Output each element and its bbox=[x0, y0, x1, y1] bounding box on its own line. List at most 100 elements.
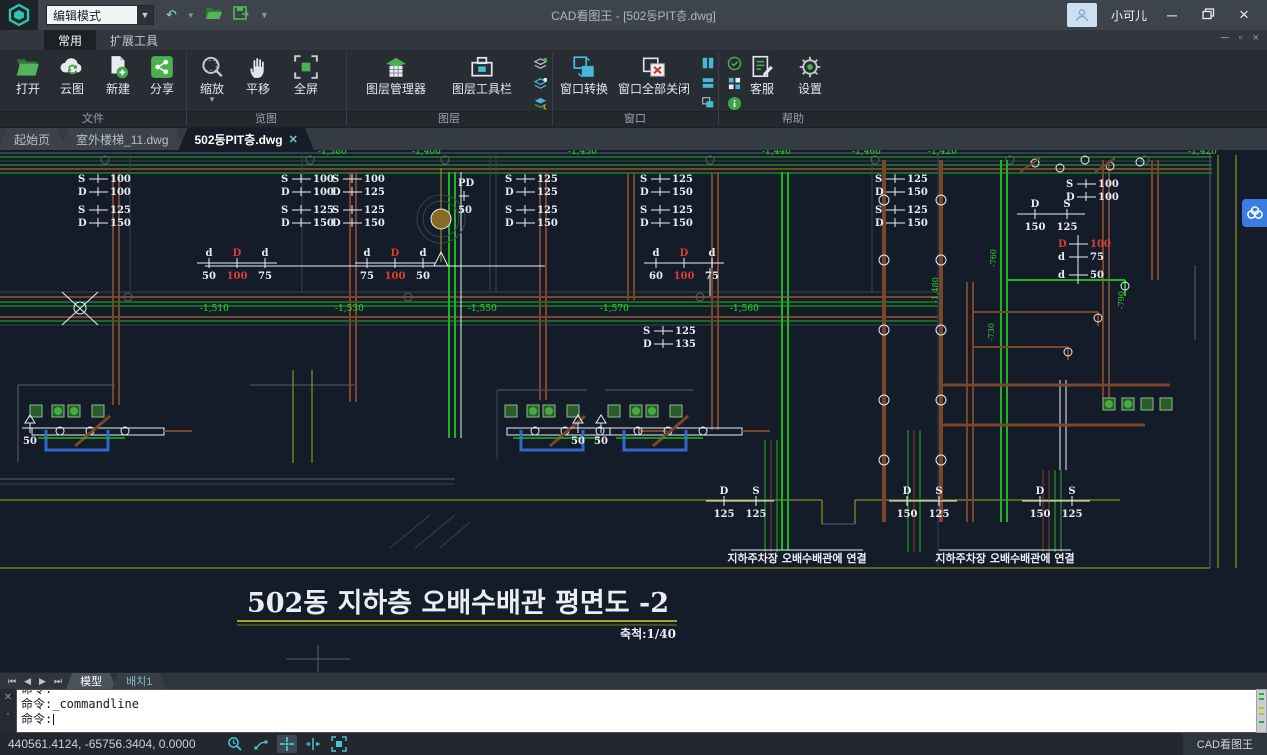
command-handle-icon[interactable]: ◦ bbox=[6, 709, 10, 720]
ribbon-button-settings[interactable]: 设置 bbox=[764, 52, 856, 96]
ribbon-group-label: 帮助 bbox=[718, 112, 868, 126]
svg-text:125: 125 bbox=[672, 174, 693, 185]
customize-toolbar-icon[interactable]: ▼ bbox=[260, 10, 269, 20]
document-tab[interactable]: 502동PIT층.dwg✕ bbox=[179, 128, 314, 150]
drawing-canvas[interactable]: -1,380-1,400-1,450-1,440-1,460-1,420-1,4… bbox=[0, 150, 1267, 672]
svg-text:125: 125 bbox=[364, 187, 385, 198]
ribbon-tab-extended[interactable]: 扩展工具 bbox=[96, 30, 172, 50]
svg-text:d: d bbox=[364, 248, 371, 259]
check-update-icon[interactable] bbox=[726, 55, 742, 71]
svg-text:S: S bbox=[1068, 486, 1075, 497]
svg-text:S: S bbox=[875, 205, 882, 216]
svg-text:50: 50 bbox=[23, 436, 37, 447]
svg-text:150: 150 bbox=[1030, 509, 1051, 520]
cloud-sync-float-button[interactable] bbox=[1242, 199, 1267, 227]
ribbon-group-label: 览图 bbox=[186, 112, 346, 126]
command-history[interactable]: 命令: 命令:_commandline 命令: bbox=[16, 689, 1256, 733]
tile-vertical-icon[interactable] bbox=[700, 55, 716, 71]
user-avatar[interactable] bbox=[1067, 3, 1097, 27]
next-layout-icon[interactable]: ▶ bbox=[39, 676, 46, 687]
zoom-extents-icon[interactable] bbox=[329, 735, 349, 753]
undo-icon[interactable]: ↶ bbox=[166, 7, 177, 23]
svg-text:D: D bbox=[875, 187, 884, 198]
doc-close-icon[interactable]: × bbox=[1253, 32, 1259, 44]
layer-color-icon[interactable] bbox=[532, 95, 548, 111]
svg-text:75: 75 bbox=[258, 271, 272, 282]
svg-text:지하주차장 오배수배관에 연결: 지하주차장 오배수배관에 연결 bbox=[935, 551, 1074, 565]
svg-text:125: 125 bbox=[675, 326, 696, 337]
text-cursor bbox=[53, 714, 54, 725]
first-layout-icon[interactable]: ⏮ bbox=[8, 676, 16, 687]
tab-model[interactable]: 模型 bbox=[66, 673, 116, 689]
svg-text:d: d bbox=[653, 248, 660, 259]
close-button[interactable]: × bbox=[1233, 0, 1255, 30]
svg-text:150: 150 bbox=[364, 218, 385, 229]
ribbon-tab-common[interactable]: 常用 bbox=[44, 30, 96, 50]
save-icon[interactable] bbox=[233, 6, 250, 24]
svg-text:125: 125 bbox=[537, 174, 558, 185]
wincloseall-icon bbox=[608, 52, 700, 82]
about-info-icon[interactable] bbox=[726, 95, 742, 111]
close-command-icon[interactable]: ✕ bbox=[4, 692, 12, 703]
svg-text:125: 125 bbox=[907, 174, 928, 185]
username[interactable]: 小可儿 bbox=[1111, 7, 1147, 24]
restore-button[interactable] bbox=[1197, 0, 1219, 30]
svg-text:150: 150 bbox=[672, 187, 693, 198]
tab-layout1[interactable]: 배치1 bbox=[112, 673, 166, 689]
ribbon-button-wincloseall[interactable]: 窗口全部关闭 bbox=[608, 52, 700, 96]
svg-text:D: D bbox=[332, 187, 341, 198]
ribbon-button-layerbar[interactable]: 图层工具栏 bbox=[436, 52, 528, 96]
doc-minimize-icon[interactable]: ─ bbox=[1221, 32, 1229, 44]
svg-text:D: D bbox=[505, 218, 514, 229]
svg-text:125: 125 bbox=[1062, 509, 1083, 520]
undo-expand-icon[interactable]: ▼ bbox=[187, 11, 195, 20]
svg-text:100: 100 bbox=[674, 271, 695, 282]
crosshair-toggle-icon[interactable] bbox=[277, 735, 297, 753]
svg-text:50: 50 bbox=[571, 436, 585, 447]
svg-text:D: D bbox=[78, 187, 87, 198]
svg-text:150: 150 bbox=[1025, 222, 1046, 233]
svg-text:125: 125 bbox=[313, 205, 334, 216]
svg-text:50: 50 bbox=[458, 205, 472, 216]
document-tab[interactable]: 起始页 bbox=[0, 128, 66, 150]
cursor-coordinates: 440561.4124, -65756.3404, 0.0000 bbox=[0, 737, 225, 751]
command-scrollbar[interactable] bbox=[1256, 689, 1267, 733]
svg-text:S: S bbox=[1066, 179, 1073, 190]
chevron-down-icon[interactable]: ▼ bbox=[166, 96, 258, 104]
svg-text:S: S bbox=[332, 205, 339, 216]
last-layout-icon[interactable]: ⏭ bbox=[54, 676, 62, 687]
prev-layout-icon[interactable]: ◀ bbox=[24, 676, 31, 687]
svg-text:S: S bbox=[1063, 199, 1070, 210]
svg-text:502동 지하층 오배수배관 평면도 -2: 502동 지하층 오배수배관 평면도 -2 bbox=[247, 588, 669, 619]
ribbon-button-layermgr[interactable]: 图层管理器 bbox=[350, 52, 442, 96]
svg-text:125: 125 bbox=[110, 205, 131, 216]
doc-restore-icon[interactable]: ▫ bbox=[1239, 32, 1243, 44]
svg-text:125: 125 bbox=[537, 187, 558, 198]
command-line-current[interactable]: 命令: bbox=[21, 712, 1256, 727]
settings-icon bbox=[764, 52, 856, 82]
svg-text:S: S bbox=[640, 174, 647, 185]
cascade-windows-icon[interactable] bbox=[700, 95, 716, 111]
svg-text:D: D bbox=[875, 218, 884, 229]
svg-text:D: D bbox=[680, 248, 689, 259]
zoom-history-icon[interactable] bbox=[225, 735, 245, 753]
measure-segment-icon[interactable] bbox=[251, 735, 271, 753]
document-tab[interactable]: 室外楼梯_11.dwg bbox=[60, 128, 184, 150]
ortho-snap-icon[interactable] bbox=[303, 735, 323, 753]
ribbon-button-fullscreen[interactable]: 全屏 bbox=[260, 52, 352, 96]
minimize-button[interactable]: ─ bbox=[1161, 0, 1183, 30]
svg-text:PD: PD bbox=[458, 178, 475, 189]
status-bar: 440561.4124, -65756.3404, 0.0000 CAD看图王 bbox=[0, 733, 1267, 755]
edit-mode-select[interactable]: 编辑模式 ▼ bbox=[46, 5, 154, 25]
svg-text:-1,460: -1,460 bbox=[852, 150, 881, 157]
svg-text:150: 150 bbox=[110, 218, 131, 229]
document-tab-label: 起始页 bbox=[14, 131, 50, 148]
close-tab-icon[interactable]: ✕ bbox=[289, 133, 298, 146]
tile-horizontal-icon[interactable] bbox=[700, 75, 716, 91]
new-feature-icon[interactable] bbox=[726, 75, 742, 91]
open-folder-icon[interactable] bbox=[205, 6, 223, 24]
cad-drawing[interactable]: -1,380-1,400-1,450-1,440-1,460-1,420-1,4… bbox=[0, 150, 1267, 672]
svg-text:D: D bbox=[643, 339, 652, 350]
svg-text:D: D bbox=[903, 486, 912, 497]
app-logo-icon bbox=[8, 4, 30, 26]
